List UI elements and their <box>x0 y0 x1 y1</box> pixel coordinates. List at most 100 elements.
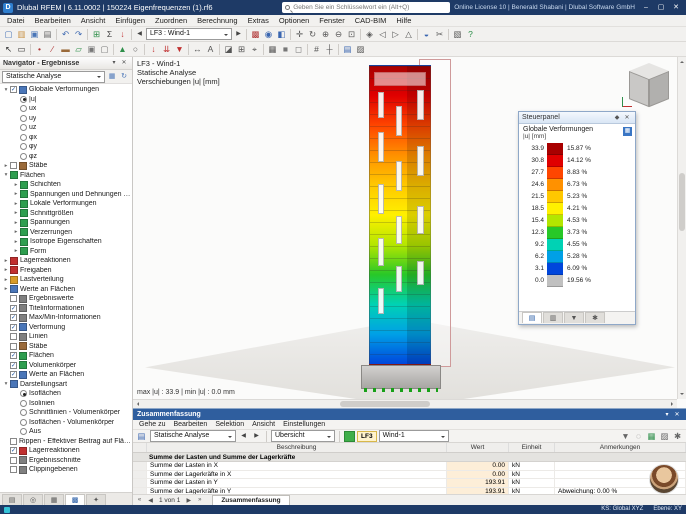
select-cursor-icon[interactable]: ↖ <box>2 43 15 56</box>
tree-item-lastverteilung[interactable]: ▸ Lastverteilung <box>0 275 132 285</box>
analysis-settings-icon[interactable]: ▦ <box>106 71 118 83</box>
tree-item-verformung[interactable]: ✓ Verformung <box>0 323 132 333</box>
navigator-tab-zeigen-icon[interactable]: ◎ <box>23 494 43 505</box>
navigator-tab-ergebnisse-icon[interactable]: ▩ <box>65 494 85 505</box>
save-icon[interactable]: ▣ <box>28 28 41 41</box>
view-z-icon[interactable]: △ <box>402 28 415 41</box>
zoom-window-icon[interactable]: ⊡ <box>345 28 358 41</box>
tree-item-werte-an-flächen[interactable]: ✓ Werte an Flächen <box>0 370 132 380</box>
checkbox[interactable] <box>10 342 17 350</box>
grid-icon[interactable]: ⊞ <box>235 43 248 56</box>
tree-item-lagerreaktionen[interactable]: ▸ Lagerreaktionen <box>0 256 132 266</box>
checkbox[interactable]: ✓ <box>10 314 17 322</box>
solid-icon[interactable]: ▣ <box>85 43 98 56</box>
axes-icon[interactable]: ┼ <box>323 43 336 56</box>
panel-tab-faktoren-icon[interactable]: ▥ <box>543 312 563 323</box>
summary-titlebar[interactable]: Zusammenfassung ▾ ✕ <box>133 409 686 420</box>
previous-loadcase-button[interactable]: ◀ <box>134 28 145 40</box>
tree-item-freigaben[interactable]: ▸ Freigaben <box>0 266 132 276</box>
summary-dock-icon[interactable]: ▾ <box>662 410 672 420</box>
tree-item-ergebniswerte[interactable]: Ergebniswerte <box>0 294 132 304</box>
prev-page-icon[interactable]: ◀ <box>146 497 155 504</box>
menu-item-optionen[interactable]: Optionen <box>274 15 314 27</box>
scroll-up-icon[interactable] <box>680 59 684 63</box>
first-page-icon[interactable]: « <box>135 497 144 503</box>
support-icon[interactable]: ▲ <box>116 43 129 56</box>
menu-item-gehe-zu[interactable]: Gehe zu <box>135 420 169 430</box>
panel-tab-filter-icon[interactable]: ▼ <box>564 312 584 323</box>
analysis-type-dropdown[interactable]: Statische Analyse <box>2 70 105 83</box>
rotate-view-icon[interactable]: ↻ <box>306 28 319 41</box>
opening-icon[interactable]: ▢ <box>98 43 111 56</box>
tables-icon[interactable]: ▤ <box>341 43 354 56</box>
tree-item-y[interactable]: φy <box>0 142 132 152</box>
navigator-tab-anzeige-icon[interactable]: ✦ <box>86 494 106 505</box>
menu-item-berechnung[interactable]: Berechnung <box>192 15 242 27</box>
expander-icon[interactable]: ▸ <box>12 201 20 207</box>
help-icon[interactable]: ? <box>464 28 477 41</box>
expander-icon[interactable]: ▾ <box>2 172 10 178</box>
summary-view-dropdown[interactable]: Übersicht <box>271 430 335 442</box>
tree-item-max-min-informationen[interactable]: ✓ Max/Min-Informationen <box>0 313 132 323</box>
vertical-scroll-thumb[interactable] <box>679 173 685 232</box>
summary-loadcase-dropdown[interactable]: Wind-1 <box>378 430 449 442</box>
row-handle[interactable] <box>133 479 147 487</box>
tree-item-lagerreaktionen[interactable]: ✓ Lagerreaktionen <box>0 446 132 456</box>
radio-button[interactable] <box>20 409 27 417</box>
control-panel-titlebar[interactable]: Steuerpanel ◆ ✕ <box>519 112 635 124</box>
row-handle[interactable] <box>133 470 147 478</box>
menu-item-cad-bim[interactable]: CAD-BIM <box>350 15 392 27</box>
menu-item-datei[interactable]: Datei <box>2 15 30 27</box>
tree-item-darstellungsart[interactable]: ▾ Darstellungsart <box>0 380 132 390</box>
line-icon[interactable]: ∕ <box>46 43 59 56</box>
expander-icon[interactable]: ▸ <box>12 248 20 254</box>
section-plane-icon[interactable]: ◪ <box>222 43 235 56</box>
table-settings-icon[interactable]: ✱ <box>671 430 684 443</box>
menu-item-bearbeiten[interactable]: Bearbeiten <box>30 15 76 27</box>
surface-load-icon[interactable]: ▼ <box>173 43 186 56</box>
screenshot-icon[interactable]: ▧ <box>451 28 464 41</box>
checkbox[interactable] <box>10 162 17 170</box>
checkbox[interactable]: ✓ <box>10 304 17 312</box>
viewport-3d[interactable]: LF3 - Wind-1 Statische Analyse Verschiebun… <box>133 57 686 408</box>
expander-icon[interactable]: ▸ <box>2 277 10 283</box>
expander-icon[interactable]: ▸ <box>12 210 20 216</box>
numbering-icon[interactable]: # <box>310 43 323 56</box>
checkbox[interactable] <box>10 333 17 341</box>
tree-item-isolinien[interactable]: Isolinien <box>0 399 132 409</box>
hinge-icon[interactable]: ○ <box>129 43 142 56</box>
menu-item-fenster[interactable]: Fenster <box>314 15 349 27</box>
checkbox[interactable] <box>10 437 17 445</box>
radio-button[interactable] <box>20 95 27 103</box>
tree-item-flächen[interactable]: ✓ Flächen <box>0 351 132 361</box>
viewport-horizontal-scrollbar[interactable] <box>133 399 677 408</box>
summary-next-button[interactable]: ▶ <box>251 430 262 442</box>
snap-icon[interactable]: ⌖ <box>248 43 261 56</box>
tree-item-ergebnisschnitte[interactable]: Ergebnisschnitte <box>0 456 132 466</box>
last-page-icon[interactable]: » <box>195 497 204 503</box>
tree-item-clippingebenen[interactable]: Clippingebenen <box>0 465 132 475</box>
tree-item-volumenkörper[interactable]: ✓ Volumenkörper <box>0 361 132 371</box>
dimension-icon[interactable]: ↔ <box>191 43 204 56</box>
table-row[interactable]: Summe der Lasten in X 0.00 kN <box>133 462 686 471</box>
view-y-icon[interactable]: ▷ <box>389 28 402 41</box>
radio-button[interactable] <box>20 133 27 141</box>
panel-pin-icon[interactable]: ◆ <box>612 113 622 123</box>
calculation-sum-icon[interactable]: Σ <box>103 28 116 41</box>
new-model-icon[interactable]: ▢ <box>2 28 15 41</box>
tree-item-schnittgrößen[interactable]: ▸ Schnittgrößen <box>0 209 132 219</box>
navigator-close-icon[interactable]: ✕ <box>119 58 129 68</box>
menu-item-extras[interactable]: Extras <box>243 15 274 27</box>
next-loadcase-button[interactable]: ▶ <box>233 28 244 40</box>
checkbox[interactable]: ✓ <box>10 361 17 369</box>
expander-icon[interactable]: ▾ <box>2 87 10 93</box>
table-row[interactable]: Summe der Lagerkräfte in X 0.00 kN <box>133 470 686 479</box>
pan-icon[interactable]: ✛ <box>293 28 306 41</box>
tree-item-spannungen-und-dehnungen-nach-schichtmdl[interactable]: ▸ Spannungen und Dehnungen nach SchichtMd… <box>0 190 132 200</box>
menu-item-ansicht[interactable]: Ansicht <box>76 15 111 27</box>
radio-button[interactable] <box>20 105 27 113</box>
report-icon[interactable]: ▨ <box>354 43 367 56</box>
checkbox[interactable]: ✓ <box>10 352 17 360</box>
tree-item-globale-verformungen[interactable]: ▾ ✓ Globale Verformungen <box>0 85 132 95</box>
expander-icon[interactable]: ▸ <box>2 163 10 169</box>
